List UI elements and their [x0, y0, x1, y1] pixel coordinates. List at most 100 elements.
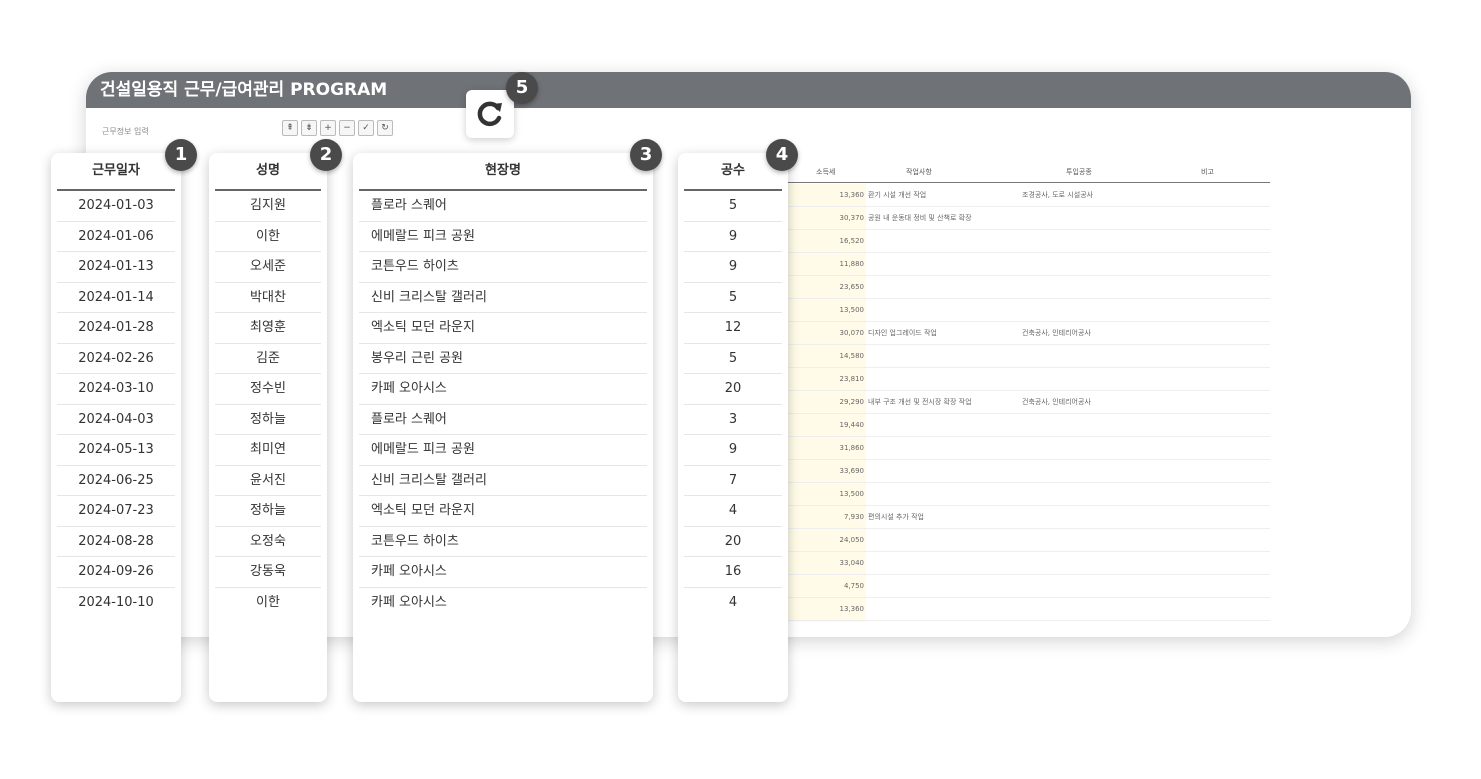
workdays-cell[interactable]: 4	[684, 496, 782, 527]
site-cell[interactable]: 카페 오아시스	[359, 557, 647, 588]
site-cell[interactable]: 엑소틱 모던 라운지	[359, 496, 647, 527]
name-cell[interactable]: 최미연	[215, 435, 321, 466]
date-cell[interactable]: 2024-08-28	[57, 527, 175, 557]
add-button[interactable]: +	[320, 120, 336, 136]
date-column-card: 근무일자 2024-01-03 2024-01-06 2024-01-13 2024-…	[51, 153, 181, 702]
background-table-row: 7,930 편의시설 추가 작업	[786, 506, 1270, 529]
header-tax: 소득세	[816, 168, 836, 176]
workdays-cell[interactable]: 12	[684, 313, 782, 344]
date-cell[interactable]: 2024-01-03	[57, 191, 175, 222]
workdays-cell[interactable]: 20	[684, 527, 782, 557]
refresh-small-button[interactable]: ↻	[377, 120, 393, 136]
refresh-button[interactable]	[466, 90, 514, 138]
name-cell[interactable]: 김준	[215, 344, 321, 374]
site-cell[interactable]: 신비 크리스탈 갤러리	[359, 283, 647, 313]
name-cell[interactable]: 이한	[215, 222, 321, 252]
date-cell[interactable]: 2024-01-06	[57, 222, 175, 252]
date-cell[interactable]: 2024-01-13	[57, 252, 175, 283]
date-cell[interactable]: 2024-01-28	[57, 313, 175, 344]
site-column-header: 현장명	[359, 153, 647, 191]
remove-button[interactable]: −	[339, 120, 355, 136]
site-cell[interactable]: 신비 크리스탈 갤러리	[359, 466, 647, 496]
callout-badge-3: 3	[630, 139, 662, 171]
name-cell[interactable]: 정수빈	[215, 374, 321, 405]
workdays-cell[interactable]: 20	[684, 374, 782, 405]
background-table-row: 13,500	[786, 299, 1270, 322]
tax-cell: 4,750	[843, 582, 864, 590]
workdays-cell[interactable]: 4	[684, 588, 782, 618]
workdays-cell[interactable]: 9	[684, 222, 782, 252]
name-cell[interactable]: 박대찬	[215, 283, 321, 313]
name-cell[interactable]: 김지원	[215, 191, 321, 222]
background-table-row: 13,500	[786, 483, 1270, 506]
work-note-cell: 편의시설 추가 작업	[868, 513, 924, 521]
workdays-cell[interactable]: 7	[684, 466, 782, 496]
site-cell[interactable]: 엑소틱 모던 라운지	[359, 313, 647, 344]
name-cell[interactable]: 오세준	[215, 252, 321, 283]
name-cell[interactable]: 정하늘	[215, 405, 321, 435]
header-type: 투입공종	[1066, 168, 1092, 176]
name-cell[interactable]: 최영훈	[215, 313, 321, 344]
workdays-cell[interactable]: 9	[684, 252, 782, 283]
background-table-row: 14,580	[786, 345, 1270, 368]
workdays-cell[interactable]: 5	[684, 191, 782, 222]
background-table-row: 11,880	[786, 253, 1270, 276]
tax-cell: 19,440	[839, 421, 865, 429]
site-column-card: 현장명 플로라 스퀘어 에메랄드 피크 공원 코튼우드 하이츠 신비 크리스탈 갤러리…	[353, 153, 653, 702]
name-cell[interactable]: 오정숙	[215, 527, 321, 557]
tax-cell: 30,070	[839, 329, 865, 337]
check-button[interactable]: ✓	[358, 120, 374, 136]
site-cell[interactable]: 플로라 스퀘어	[359, 191, 647, 222]
site-cell[interactable]: 에메랄드 피크 공원	[359, 435, 647, 466]
tax-cell: 33,690	[839, 467, 865, 475]
background-table-row: 13,360	[786, 598, 1270, 621]
site-cell[interactable]: 에메랄드 피크 공원	[359, 222, 647, 252]
work-type-cell: 건축공사, 인테리어공사	[1022, 329, 1091, 337]
site-cell[interactable]: 봉우리 근린 공원	[359, 344, 647, 374]
move-bottom-button[interactable]: ⇟	[301, 120, 317, 136]
work-note-cell: 내부 구조 개선 및 전시장 확장 작업	[868, 398, 972, 406]
tax-cell: 30,370	[839, 214, 865, 222]
date-cell[interactable]: 2024-02-26	[57, 344, 175, 374]
date-cell[interactable]: 2024-03-10	[57, 374, 175, 405]
workdays-column-card: 공수 5 9 9 5 12 5 20 3 9 7 4 20 16 4	[678, 153, 788, 702]
date-cell[interactable]: 2024-07-23	[57, 496, 175, 527]
background-table-row: 23,810	[786, 368, 1270, 391]
date-cell[interactable]: 2024-10-10	[57, 588, 175, 618]
name-column-header: 성명	[215, 153, 321, 191]
work-note-cell: 공원 내 운동대 정비 및 산책로 확장	[868, 214, 972, 222]
name-cell[interactable]: 강동욱	[215, 557, 321, 588]
toolbar-buttons: ⇞ ⇟ + − ✓ ↻	[282, 120, 393, 136]
workdays-cell[interactable]: 3	[684, 405, 782, 435]
date-cell[interactable]: 2024-05-13	[57, 435, 175, 466]
tax-cell: 7,930	[843, 513, 864, 521]
workdays-cell[interactable]: 16	[684, 557, 782, 588]
site-cell[interactable]: 플로라 스퀘어	[359, 405, 647, 435]
name-cell[interactable]: 정하늘	[215, 496, 321, 527]
date-cell[interactable]: 2024-09-26	[57, 557, 175, 588]
tax-cell: 29,290	[839, 398, 865, 406]
site-cell[interactable]: 코튼우드 하이츠	[359, 527, 647, 557]
tax-cell: 24,050	[839, 536, 865, 544]
tax-cell: 23,810	[839, 375, 865, 383]
refresh-icon	[477, 101, 502, 127]
workdays-cell[interactable]: 9	[684, 435, 782, 466]
workdays-cell[interactable]: 5	[684, 344, 782, 374]
background-table-row: 13,360 환기 시설 개선 작업 조경공사, 도로 시설공사	[786, 184, 1270, 207]
name-cell[interactable]: 이한	[215, 588, 321, 618]
background-table-row: 30,070 디자인 업그레이드 작업 건축공사, 인테리어공사	[786, 322, 1270, 345]
background-table-row: 4,750	[786, 575, 1270, 598]
site-cell[interactable]: 카페 오아시스	[359, 588, 647, 618]
date-cell[interactable]: 2024-01-14	[57, 283, 175, 313]
tax-cell: 31,860	[839, 444, 865, 452]
background-table-row: 30,370 공원 내 운동대 정비 및 산책로 확장	[786, 207, 1270, 230]
work-note-cell: 디자인 업그레이드 작업	[868, 329, 937, 337]
date-cell[interactable]: 2024-04-03	[57, 405, 175, 435]
move-top-button[interactable]: ⇞	[282, 120, 298, 136]
site-cell[interactable]: 코튼우드 하이츠	[359, 252, 647, 283]
site-column-rows: 플로라 스퀘어 에메랄드 피크 공원 코튼우드 하이츠 신비 크리스탈 갤러리 엑소틱 …	[353, 191, 653, 617]
name-cell[interactable]: 윤서진	[215, 466, 321, 496]
workdays-cell[interactable]: 5	[684, 283, 782, 313]
date-cell[interactable]: 2024-06-25	[57, 466, 175, 496]
site-cell[interactable]: 카페 오아시스	[359, 374, 647, 405]
